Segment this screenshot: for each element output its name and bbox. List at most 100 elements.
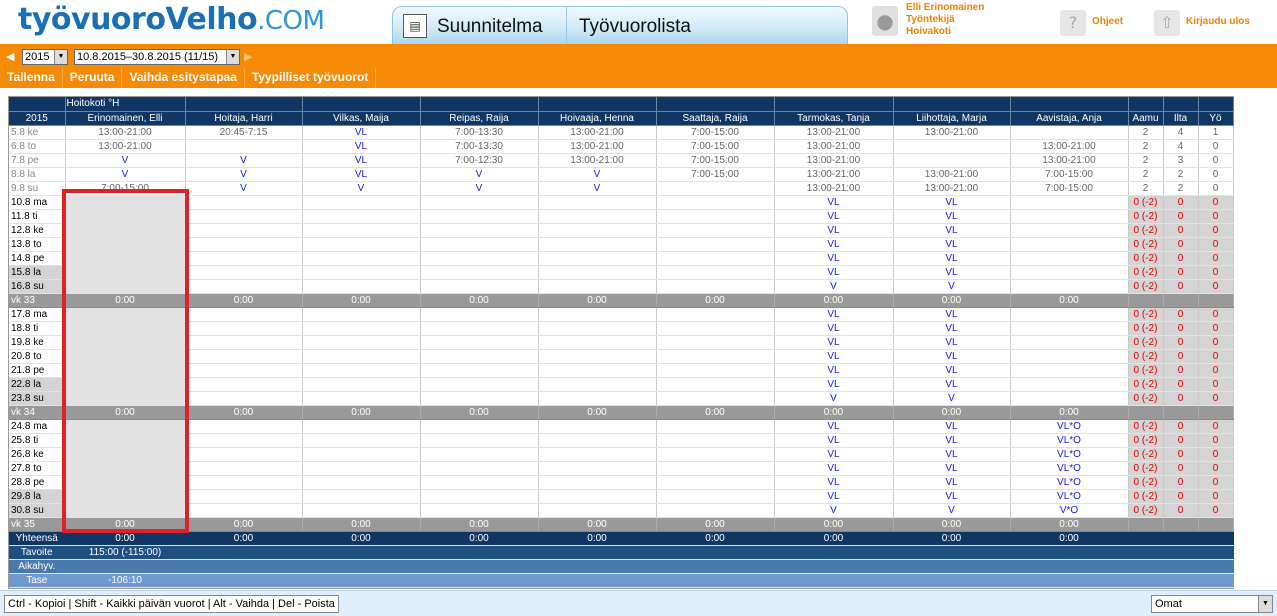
shift-cell[interactable] — [65, 265, 186, 280]
shift-cell[interactable] — [420, 433, 539, 448]
shift-cell[interactable]: VL — [893, 209, 1011, 224]
shift-cell[interactable]: VL — [774, 237, 894, 252]
shift-cell[interactable] — [656, 279, 775, 294]
shift-cell[interactable] — [185, 223, 303, 238]
shift-cell[interactable]: VL — [893, 377, 1011, 392]
shift-cell[interactable]: 7:00-15:00 — [656, 139, 775, 154]
shift-cell[interactable]: V — [774, 391, 894, 406]
shift-cell[interactable] — [302, 461, 421, 476]
shift-cell[interactable]: 13:00-21:00 — [538, 139, 657, 154]
shift-cell[interactable] — [302, 489, 421, 504]
shift-cell[interactable]: V — [774, 279, 894, 294]
shift-cell[interactable] — [538, 307, 657, 322]
shift-cell[interactable]: VL — [893, 363, 1011, 378]
shift-cell[interactable]: VL — [893, 335, 1011, 350]
shift-cell[interactable] — [538, 265, 657, 280]
shift-cell[interactable]: VL — [893, 461, 1011, 476]
shift-cell[interactable] — [1010, 251, 1129, 266]
shift-cell[interactable] — [420, 461, 539, 476]
shift-cell[interactable]: 7:00-15:00 — [65, 181, 186, 196]
shift-cell[interactable]: 7:00-13:30 — [420, 125, 539, 140]
shift-cell[interactable] — [302, 447, 421, 462]
shift-cell[interactable] — [538, 447, 657, 462]
shift-cell[interactable]: VL — [774, 335, 894, 350]
shift-cell[interactable]: VL*O — [1010, 475, 1129, 490]
shift-cell[interactable]: 13:00-21:00 — [774, 153, 894, 168]
shift-cell[interactable]: 7:00-15:00 — [656, 153, 775, 168]
shift-cell[interactable] — [656, 209, 775, 224]
shift-cell[interactable]: V — [185, 153, 303, 168]
shift-cell[interactable] — [656, 447, 775, 462]
shift-cell[interactable] — [538, 461, 657, 476]
shift-cell[interactable]: VL — [893, 447, 1011, 462]
shift-cell[interactable]: VL*O — [1010, 419, 1129, 434]
shift-cell[interactable]: 13:00-21:00 — [774, 125, 894, 140]
shift-cell[interactable] — [538, 251, 657, 266]
shift-cell[interactable] — [420, 475, 539, 490]
shift-cell[interactable] — [538, 489, 657, 504]
shift-cell[interactable] — [1010, 321, 1129, 336]
shift-cell[interactable]: VL — [893, 237, 1011, 252]
shift-cell[interactable] — [302, 349, 421, 364]
shift-cell[interactable] — [65, 461, 186, 476]
shift-cell[interactable] — [65, 377, 186, 392]
shift-cell[interactable] — [420, 209, 539, 224]
shift-cell[interactable] — [420, 307, 539, 322]
shift-cell[interactable] — [420, 195, 539, 210]
shift-cell[interactable] — [65, 335, 186, 350]
shift-cell[interactable] — [185, 419, 303, 434]
shift-cell[interactable]: V — [65, 153, 186, 168]
shift-cell[interactable]: V — [185, 181, 303, 196]
shift-cell[interactable] — [1010, 279, 1129, 294]
shift-cell[interactable] — [656, 433, 775, 448]
shift-cell[interactable] — [185, 321, 303, 336]
shift-cell[interactable] — [1010, 335, 1129, 350]
period-select[interactable]: 10.8.2015–30.8.2015 (11/15) ▼ — [74, 49, 240, 65]
shift-cell[interactable] — [538, 223, 657, 238]
shift-cell[interactable] — [538, 209, 657, 224]
shift-cell[interactable]: 13:00-21:00 — [538, 125, 657, 140]
shift-cell[interactable] — [65, 195, 186, 210]
shift-cell[interactable]: V — [65, 167, 186, 182]
shift-cell[interactable] — [65, 447, 186, 462]
shift-cell[interactable]: 7:00-15:00 — [656, 167, 775, 182]
shift-cell[interactable] — [65, 209, 186, 224]
shift-cell[interactable] — [420, 237, 539, 252]
shift-cell[interactable]: VL — [774, 475, 894, 490]
shift-cell[interactable] — [302, 307, 421, 322]
shift-cell[interactable]: 13:00-21:00 — [538, 153, 657, 168]
shift-cell[interactable] — [656, 349, 775, 364]
shift-cell[interactable] — [656, 307, 775, 322]
view-select[interactable]: Omat ▼ — [1151, 595, 1273, 613]
shift-cell[interactable] — [1010, 223, 1129, 238]
shift-cell[interactable]: VL — [774, 349, 894, 364]
toolbar-button-1[interactable]: Peruuta — [63, 68, 123, 88]
shift-cell[interactable]: 13:00-21:00 — [1010, 139, 1129, 154]
shift-cell[interactable] — [302, 279, 421, 294]
employee-header[interactable]: Erinomainen, Elli — [65, 111, 186, 126]
shift-cell[interactable] — [302, 503, 421, 518]
shift-cell[interactable]: VL — [774, 307, 894, 322]
shift-cell[interactable] — [65, 251, 186, 266]
shift-cell[interactable] — [185, 349, 303, 364]
shift-cell[interactable]: VL — [893, 195, 1011, 210]
shift-cell[interactable] — [420, 363, 539, 378]
tab-suunnitelma[interactable]: ▤ Suunnitelma — [393, 7, 567, 45]
shift-cell[interactable]: VL — [774, 461, 894, 476]
shift-cell[interactable] — [65, 279, 186, 294]
shift-cell[interactable]: VL*O — [1010, 461, 1129, 476]
shift-cell[interactable]: 7:00-15:00 — [1010, 181, 1129, 196]
shift-cell[interactable] — [185, 265, 303, 280]
shift-cell[interactable] — [420, 503, 539, 518]
shift-cell[interactable] — [185, 377, 303, 392]
shift-cell[interactable] — [185, 139, 303, 154]
shift-cell[interactable]: V — [774, 503, 894, 518]
toolbar-button-3[interactable]: Tyypilliset työvuorot — [245, 68, 377, 88]
shift-cell[interactable] — [185, 307, 303, 322]
shift-cell[interactable] — [185, 209, 303, 224]
employee-header[interactable]: Vilkas, Maija — [302, 111, 421, 126]
shift-cell[interactable]: V — [893, 279, 1011, 294]
shift-cell[interactable] — [420, 321, 539, 336]
shift-cell[interactable]: VL — [774, 447, 894, 462]
shift-cell[interactable] — [302, 475, 421, 490]
